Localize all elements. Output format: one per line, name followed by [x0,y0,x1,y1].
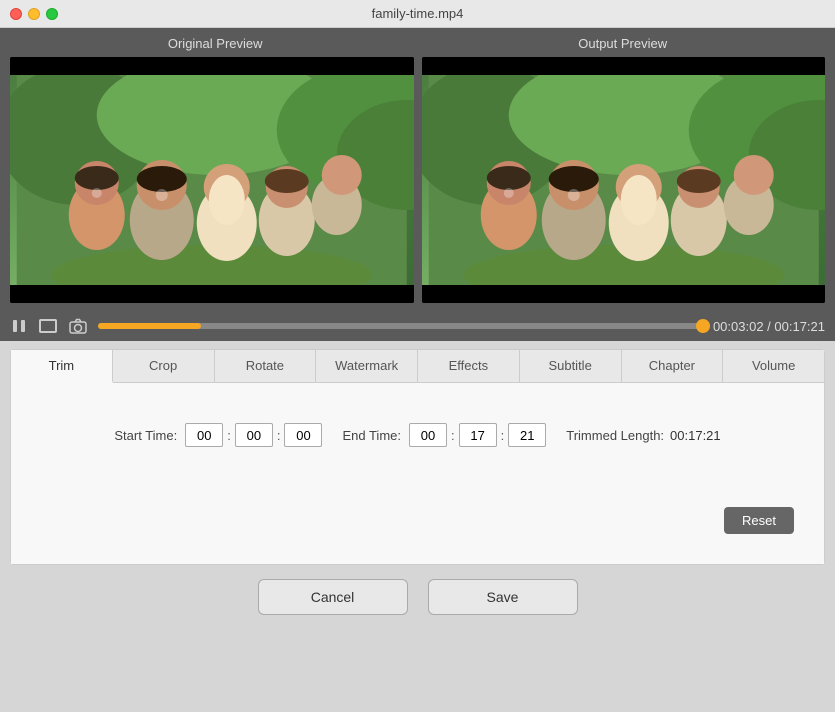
start-mm-input[interactable] [235,423,273,447]
bottom-bar-output [422,285,826,303]
screenshot-button[interactable] [68,317,88,335]
reset-row: Reset [31,507,804,544]
end-sep1: : [451,428,455,443]
traffic-lights [10,8,58,20]
camera-icon [68,317,88,335]
save-button[interactable]: Save [428,579,578,615]
end-mm-input[interactable] [459,423,497,447]
trimmed-value: 00:17:21 [670,428,721,443]
titlebar: family-time.mp4 [0,0,835,28]
output-video-panel [422,57,826,303]
preview-area: Original Preview Output Preview [0,28,835,311]
start-hh-input[interactable] [185,423,223,447]
preview-labels: Original Preview Output Preview [10,36,825,51]
window-title: family-time.mp4 [372,6,464,21]
start-sep2: : [277,428,281,443]
trimmed-label: Trimmed Length: [566,428,664,443]
end-ss-input[interactable] [508,423,546,447]
trim-row: Start Time: : : End Time: : : Trimmed Le… [31,423,804,447]
pause-icon [10,317,28,335]
tab-rotate[interactable]: Rotate [215,350,317,382]
time-display: 00:03:02 / 00:17:21 [713,319,825,334]
end-time-label: End Time: [342,428,401,443]
original-label: Original Preview [168,36,263,51]
bottom-bar-original [10,285,414,303]
controls-bar: 00:03:02 / 00:17:21 [0,311,835,341]
tab-effects[interactable]: Effects [418,350,520,382]
tab-volume[interactable]: Volume [723,350,824,382]
tab-crop[interactable]: Crop [113,350,215,382]
start-sep1: : [227,428,231,443]
progress-fill [98,323,201,329]
tab-watermark[interactable]: Watermark [316,350,418,382]
trimmed-length-group: Trimmed Length: 00:17:21 [566,428,720,443]
output-video-image [422,75,826,285]
end-sep2: : [501,428,505,443]
start-time-label: Start Time: [114,428,177,443]
tab-chapter[interactable]: Chapter [622,350,724,382]
start-time-group: Start Time: : : [114,423,322,447]
maximize-button[interactable] [46,8,58,20]
frame-button[interactable] [38,317,58,335]
frame-icon [38,317,58,335]
output-label: Output Preview [578,36,667,51]
progress-thumb[interactable] [696,319,710,333]
cancel-button[interactable]: Cancel [258,579,408,615]
reset-button[interactable]: Reset [724,507,794,534]
tab-trim[interactable]: Trim [11,350,113,383]
output-video-svg [422,75,826,285]
tab-subtitle[interactable]: Subtitle [520,350,622,382]
start-ss-input[interactable] [284,423,322,447]
tabs-header: Trim Crop Rotate Watermark Effects Subti… [11,350,824,383]
tabs-section: Trim Crop Rotate Watermark Effects Subti… [10,349,825,565]
bottom-buttons: Cancel Save [0,579,835,615]
top-bar-output [422,57,826,75]
original-video-image [10,75,414,285]
pause-button[interactable] [10,317,28,335]
close-button[interactable] [10,8,22,20]
trim-panel: Start Time: : : End Time: : : Trimmed Le… [11,383,824,564]
progress-bar[interactable] [98,323,703,329]
preview-videos [10,57,825,303]
minimize-button[interactable] [28,8,40,20]
end-time-group: End Time: : : [342,423,546,447]
original-video-svg [10,75,414,285]
end-hh-input[interactable] [409,423,447,447]
original-video-panel [10,57,414,303]
top-bar-original [10,57,414,75]
